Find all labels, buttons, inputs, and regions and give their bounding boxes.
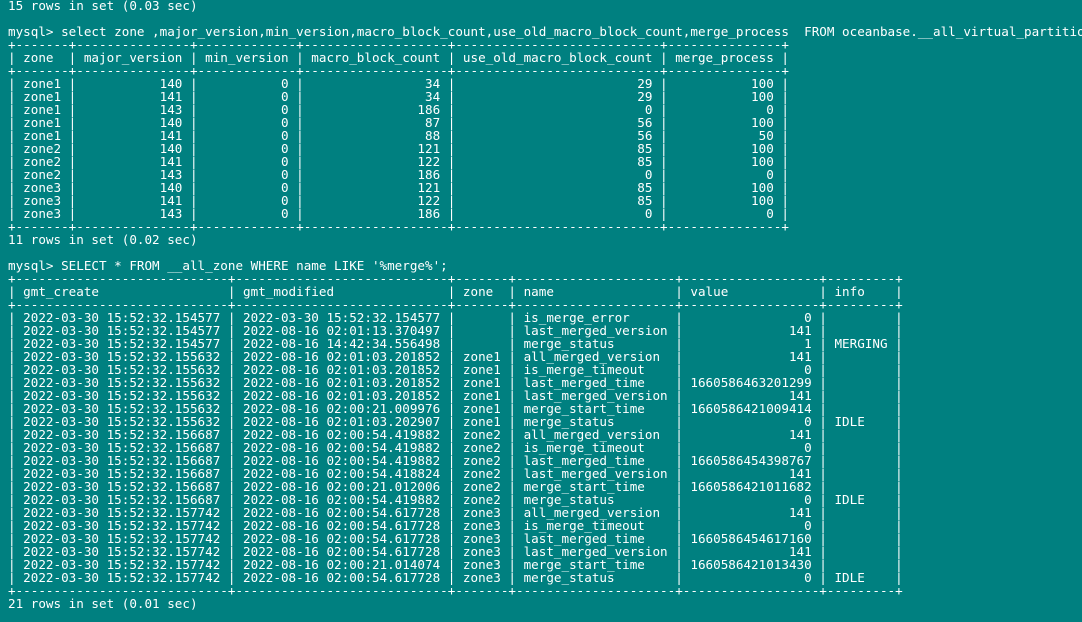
- output-line-rows-11: 11 rows in set (0.02 sec): [8, 232, 198, 247]
- terminal-window[interactable]: 15 rows in set (0.03 sec) mysql> select …: [0, 0, 1082, 622]
- output-line-rows-15: 15 rows in set (0.03 sec): [8, 0, 198, 13]
- output-line-rows-21: 21 rows in set (0.01 sec): [8, 596, 198, 611]
